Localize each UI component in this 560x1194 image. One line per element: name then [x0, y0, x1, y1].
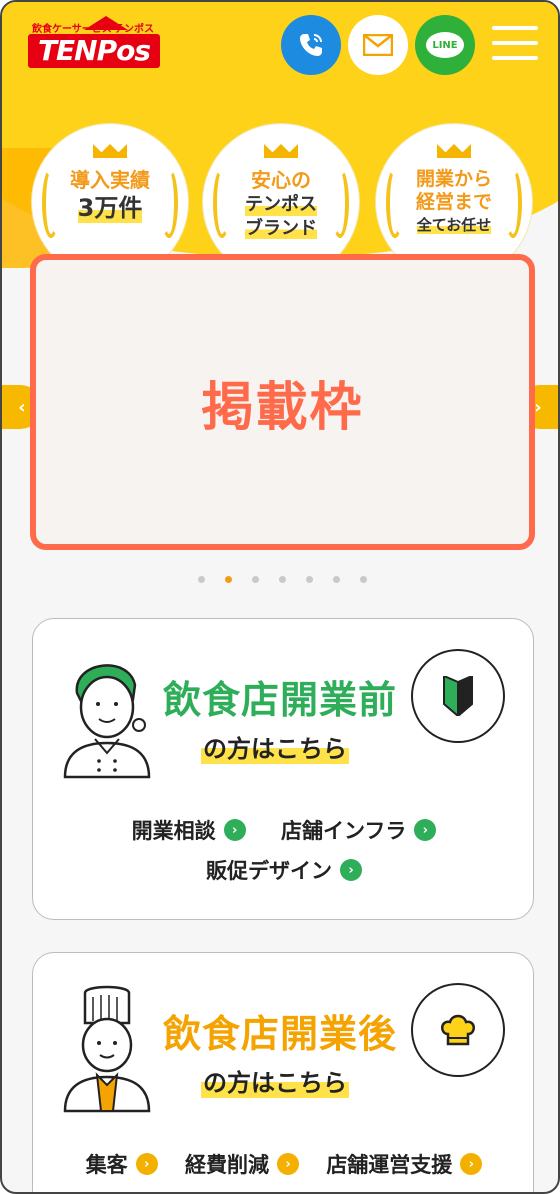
link-attract-customers[interactable]: 集客 › [86, 1149, 158, 1179]
link-operation-support[interactable]: 店舗運営支援 › [326, 1149, 483, 1179]
badge-line2: 経営まで [415, 190, 492, 213]
carousel-dot[interactable] [306, 576, 313, 583]
phone-icon [300, 34, 322, 56]
badge-text: 導入実績 3万件 [32, 168, 188, 223]
badge-line3: 全てお任せ [416, 215, 492, 234]
badge-line1: 開業から [415, 168, 492, 190]
staff-woman-illustration [63, 664, 151, 779]
tenpos-logo[interactable]: 飲食ケーサービス テンポス TENPos [28, 16, 160, 68]
card-links-row: 販促デザイン › [33, 855, 535, 885]
card-links-row: 開業相談 › 店舗インフラ › [33, 815, 535, 845]
phone-frame: 飲食ケーサービス テンポス TENPos LINE 導入実績 3万件 安心の テ… [0, 0, 560, 1194]
carousel-dot[interactable] [333, 576, 340, 583]
phone-button[interactable] [281, 15, 341, 75]
badge-line2: テンポス [245, 194, 317, 216]
chef-illustration [63, 985, 151, 1113]
card-title: 飲食店開業前 [163, 678, 398, 722]
arrow-right-icon: › [414, 819, 437, 841]
crown-icon [264, 136, 298, 158]
badge-text: 安心の テンポス ブランド [203, 168, 359, 240]
menu-bar-icon [492, 26, 538, 30]
menu-bar-icon [492, 56, 538, 60]
carousel-dot[interactable] [279, 576, 286, 583]
arrow-right-icon: › [223, 819, 246, 841]
arrow-right-icon: › [460, 1153, 483, 1175]
link-label: 開業相談 [131, 819, 216, 843]
crown-icon [93, 136, 127, 158]
link-cost-reduction[interactable]: 経費削減 › [185, 1149, 299, 1179]
line-icon: LINE [426, 32, 464, 58]
logo-tagline: 飲食ケーサービス テンポス [28, 16, 160, 36]
link-label: 店舗運営支援 [326, 1153, 453, 1177]
arrow-right-icon: › [277, 1153, 299, 1175]
hamburger-menu-button[interactable] [492, 26, 538, 62]
link-consultation[interactable]: 開業相談 › [132, 815, 246, 845]
carousel-dot[interactable] [225, 576, 232, 583]
mail-button[interactable] [348, 15, 408, 75]
card-subtitle: の方はこちら [201, 1063, 349, 1098]
card-before-opening[interactable]: 飲食店開業前 の方はこちら 開業相談 › 店舗インフラ › 販促デザイン › [32, 618, 534, 920]
link-label: 販促デザイン [206, 859, 332, 883]
chevron-right-icon: › [534, 396, 542, 418]
banner-label: 掲載枠 [201, 377, 364, 438]
arrow-right-icon: › [340, 859, 362, 881]
carousel-dots [198, 576, 370, 584]
link-store-infra[interactable]: 店舗インフラ › [280, 815, 437, 845]
ad-banner-slot[interactable]: 掲載枠 [30, 254, 535, 550]
carousel-dot[interactable] [198, 576, 205, 583]
speech-bubble [411, 983, 505, 1077]
card-links-row: 集客 › 経費削減 › 店舗運営支援 › [33, 1149, 535, 1179]
badge-line3: ブランド [245, 217, 317, 240]
link-label: 店舗インフラ [280, 819, 407, 843]
link-label: 集客 [85, 1153, 128, 1177]
badge-text: 開業から 経営まで 全てお任せ [376, 168, 532, 234]
menu-bar-icon [492, 41, 538, 45]
site-header: 飲食ケーサービス テンポス TENPos LINE [2, 2, 558, 88]
logo-wordmark: TENPos [28, 34, 160, 68]
badge-line2: 3万件 [77, 194, 143, 223]
card-after-opening[interactable]: 飲食店開業後 の方はこちら 集客 › 経費削減 › 店舗運営支援 › [32, 952, 535, 1192]
beginner-mark-icon [443, 676, 473, 716]
speech-bubble [411, 649, 505, 743]
logo-tagline-right: テンポス [114, 24, 154, 35]
crown-icon [437, 136, 471, 158]
link-label: 経費削減 [185, 1153, 269, 1177]
chef-hat-icon [441, 1014, 475, 1046]
link-promo-design[interactable]: 販促デザイン › [206, 855, 362, 885]
arrow-right-icon: › [135, 1153, 158, 1175]
card-subtitle: の方はこちら [201, 729, 349, 764]
mail-icon [363, 34, 393, 56]
card-title: 飲食店開業後 [163, 1012, 398, 1056]
line-button[interactable]: LINE [415, 15, 475, 75]
chevron-left-icon: ‹ [18, 396, 26, 418]
badge-line1: 導入実績 [70, 168, 150, 192]
badge-line1: 安心の [251, 168, 311, 192]
carousel-dot[interactable] [360, 576, 367, 583]
carousel-dot[interactable] [252, 576, 259, 583]
